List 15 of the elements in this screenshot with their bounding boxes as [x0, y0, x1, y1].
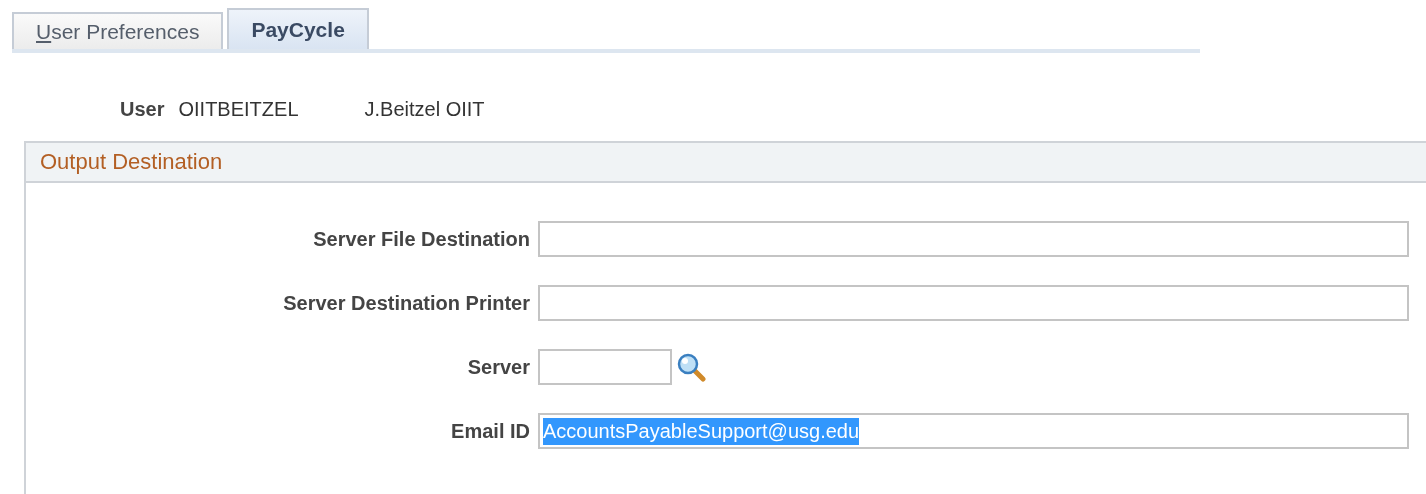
user-name: J.Beitzel OIIT — [364, 97, 485, 121]
user-id: OIITBEITZEL — [178, 97, 299, 121]
user-label: User — [120, 97, 165, 121]
field-label: Server — [466, 355, 530, 379]
input-field[interactable] — [538, 221, 1409, 257]
field-label: Server Destination Printer — [282, 291, 530, 315]
input-field[interactable] — [538, 349, 672, 385]
field-label: Server File Destination — [312, 227, 530, 251]
input-field[interactable] — [538, 285, 1409, 321]
search-icon[interactable] — [676, 352, 706, 382]
field-label: Email ID — [450, 419, 530, 443]
tab[interactable]: User Preferences — [12, 12, 224, 49]
section-header: Output Destination — [26, 141, 1426, 183]
input-field[interactable]: AccountsPayableSupport@usg.edu — [538, 413, 1409, 449]
tab[interactable]: PayCycle — [227, 8, 369, 49]
